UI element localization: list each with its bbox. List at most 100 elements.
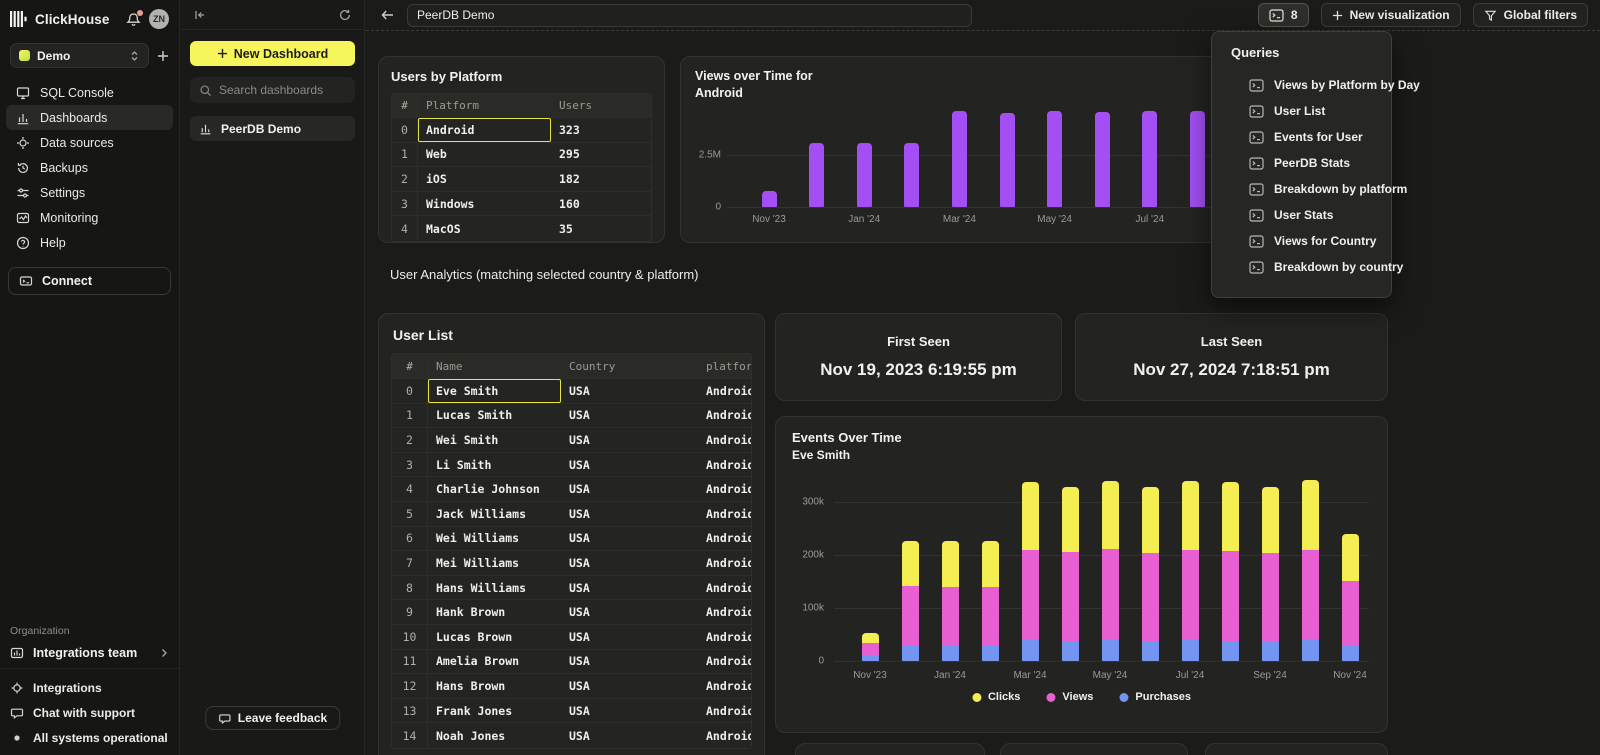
table-cell[interactable]: USA [561, 502, 698, 526]
table-cell[interactable]: Eve Smith [428, 379, 561, 403]
query-menu-item[interactable]: Views for Country [1212, 228, 1391, 254]
table-cell[interactable]: Android [698, 674, 751, 698]
stacked-bar-Jun '24[interactable] [1142, 487, 1159, 661]
table-cell[interactable]: Android [698, 379, 751, 403]
avatar[interactable]: ZN [149, 9, 169, 29]
table-cell[interactable]: Windows [418, 192, 551, 216]
table-cell[interactable]: USA [561, 600, 698, 624]
table-cell[interactable]: USA [561, 477, 698, 501]
dashboard-title-input[interactable] [407, 4, 972, 27]
sidebar-item-monitoring[interactable]: Monitoring [6, 205, 173, 230]
sidebar-item-dashboards[interactable]: Dashboards [6, 105, 173, 130]
integrations-link[interactable]: Integrations [10, 681, 169, 695]
table-cell[interactable]: Hans Brown [428, 674, 561, 698]
table-cell[interactable]: 35 [551, 216, 651, 241]
dashboard-list-item[interactable]: PeerDB Demo [190, 116, 355, 141]
bar-May '24[interactable] [1047, 111, 1062, 207]
bar-Jan '24[interactable] [857, 143, 872, 207]
stacked-bar-May '24[interactable] [1102, 481, 1119, 661]
table-cell[interactable]: USA [561, 650, 698, 674]
table-cell[interactable]: Android [698, 551, 751, 575]
table-cell[interactable]: 182 [551, 167, 651, 191]
notifications-bell-icon[interactable] [126, 12, 141, 27]
table-cell[interactable]: Wei Williams [428, 527, 561, 551]
connect-button[interactable]: Connect [8, 267, 171, 295]
query-menu-item[interactable]: User Stats [1212, 202, 1391, 228]
table-cell[interactable]: Android [698, 576, 751, 600]
table-cell[interactable]: Lucas Smith [428, 404, 561, 428]
legend-item-purchases[interactable]: Purchases [1119, 691, 1191, 703]
stacked-bar-Dec '23[interactable] [902, 541, 919, 661]
table-cell[interactable]: Android [698, 600, 751, 624]
legend-item-views[interactable]: Views [1046, 691, 1093, 703]
table-cell[interactable]: 295 [551, 143, 651, 167]
sidebar-item-settings[interactable]: Settings [6, 180, 173, 205]
stacked-bar-Nov '23[interactable] [862, 633, 879, 661]
leave-feedback-button[interactable]: Leave feedback [205, 706, 340, 730]
table-cell[interactable]: USA [561, 576, 698, 600]
sidebar-item-sql-console[interactable]: SQL Console [6, 80, 173, 105]
table-cell[interactable]: USA [561, 428, 698, 452]
stacked-bar-Aug '24[interactable] [1222, 482, 1239, 661]
stacked-bar-Sep '24[interactable] [1262, 487, 1279, 661]
table-cell[interactable]: Android [698, 723, 751, 748]
table-cell[interactable]: Web [418, 143, 551, 167]
collapse-panel-icon[interactable] [193, 8, 207, 22]
bar-Dec '23[interactable] [809, 143, 824, 207]
table-cell[interactable]: USA [561, 379, 698, 403]
legend-item-clicks[interactable]: Clicks [972, 691, 1020, 703]
search-input[interactable] [219, 83, 374, 97]
table-cell[interactable]: Android [698, 477, 751, 501]
table-cell[interactable]: Jack Williams [428, 502, 561, 526]
global-filters-button[interactable]: Global filters [1473, 3, 1588, 27]
bar-Nov '23[interactable] [762, 191, 777, 207]
table-cell[interactable]: USA [561, 404, 698, 428]
table-cell[interactable]: MacOS [418, 216, 551, 241]
table-cell[interactable]: USA [561, 625, 698, 649]
sidebar-item-help[interactable]: Help [6, 230, 173, 255]
sidebar-item-data-sources[interactable]: Data sources [6, 130, 173, 155]
stacked-bar-Jul '24[interactable] [1182, 481, 1199, 661]
table-cell[interactable]: Li Smith [428, 453, 561, 477]
table-cell[interactable]: Noah Jones [428, 723, 561, 748]
organization-team-selector[interactable]: Integrations team [10, 646, 169, 660]
refresh-icon[interactable] [338, 8, 352, 22]
query-menu-item[interactable]: Breakdown by platform [1212, 176, 1391, 202]
table-cell[interactable]: Android [698, 502, 751, 526]
table-cell[interactable]: Amelia Brown [428, 650, 561, 674]
table-cell[interactable]: Android [698, 453, 751, 477]
bar-Aug '24[interactable] [1190, 111, 1205, 207]
stacked-bar-Mar '24[interactable] [1022, 482, 1039, 661]
system-status[interactable]: All systems operational [10, 731, 169, 745]
table-cell[interactable]: Frank Jones [428, 699, 561, 723]
bar-Mar '24[interactable] [952, 111, 967, 207]
table-cell[interactable]: Android [698, 625, 751, 649]
back-arrow-icon[interactable] [380, 8, 395, 22]
table-cell[interactable]: 160 [551, 192, 651, 216]
bar-Feb '24[interactable] [904, 143, 919, 207]
table-cell[interactable]: Hank Brown [428, 600, 561, 624]
queries-count-button[interactable]: 8 [1258, 3, 1309, 27]
table-cell[interactable]: Mei Williams [428, 551, 561, 575]
new-dashboard-button[interactable]: New Dashboard [190, 41, 355, 66]
table-cell[interactable]: Android [698, 699, 751, 723]
table-cell[interactable]: Hans Williams [428, 576, 561, 600]
service-selector[interactable]: Demo [10, 43, 149, 68]
add-service-button[interactable] [157, 50, 169, 62]
stacked-bar-Nov '24[interactable] [1342, 534, 1359, 661]
table-cell[interactable]: Android [698, 404, 751, 428]
query-menu-item[interactable]: PeerDB Stats [1212, 150, 1391, 176]
table-cell[interactable]: Charlie Johnson [428, 477, 561, 501]
table-cell[interactable]: Android [698, 527, 751, 551]
stacked-bar-Feb '24[interactable] [982, 541, 999, 661]
table-cell[interactable]: USA [561, 527, 698, 551]
bar-Apr '24[interactable] [1000, 113, 1015, 207]
table-cell[interactable]: Android [418, 118, 551, 142]
stacked-bar-Jan '24[interactable] [942, 541, 959, 661]
bar-Jul '24[interactable] [1142, 111, 1157, 207]
table-cell[interactable]: Lucas Brown [428, 625, 561, 649]
table-cell[interactable]: 323 [551, 118, 651, 142]
new-visualization-button[interactable]: New visualization [1321, 3, 1461, 27]
query-menu-item[interactable]: Views by Platform by Day [1212, 72, 1391, 98]
bar-Jun '24[interactable] [1095, 112, 1110, 207]
